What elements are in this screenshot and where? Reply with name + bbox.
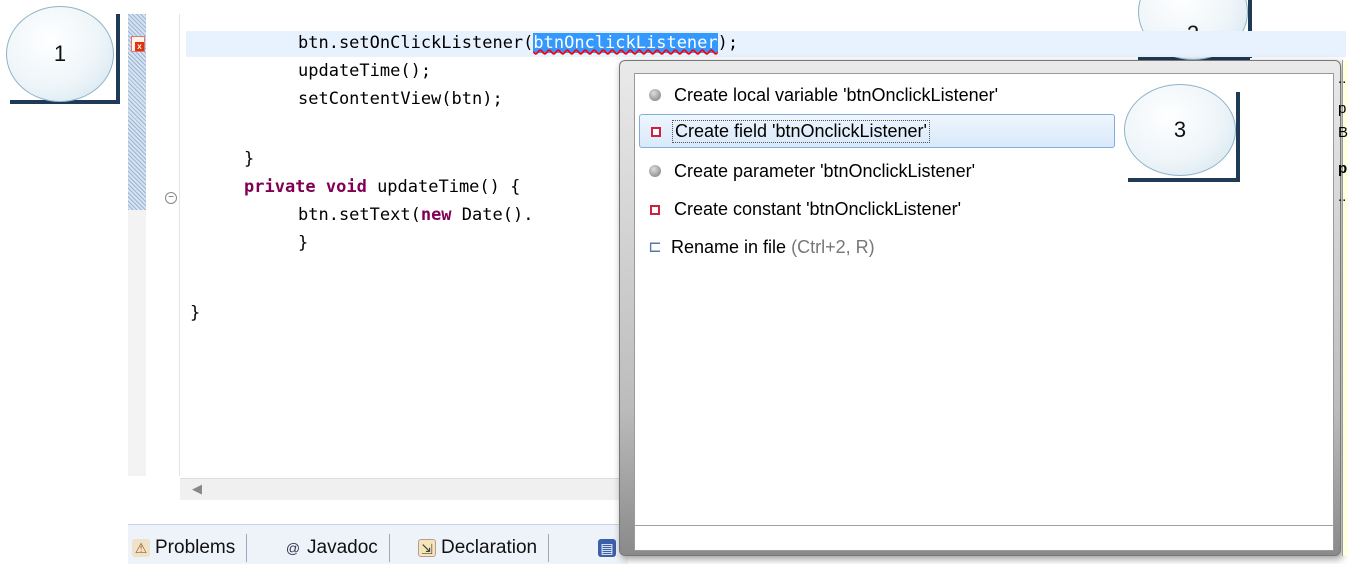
view-tab-bar: ⚠ Problems @ Javadoc ⇲ Declaration ▤: [128, 524, 628, 564]
horizontal-scrollbar[interactable]: ◀: [180, 478, 620, 500]
code-line-4: }: [244, 149, 255, 169]
code-line-1: btn.setOnClickListener(btnOnclickListene…: [298, 33, 739, 53]
quickfix-create-local-variable[interactable]: Create local variable 'btnOnclickListene…: [639, 78, 1139, 112]
rename-icon: ⊏: [648, 239, 662, 256]
code-line-2: updateTime();: [298, 61, 432, 81]
doc-text-3: B: [1338, 124, 1348, 141]
callout-3-shadow-bottom: [1128, 178, 1240, 182]
declaration-icon: ⇲: [418, 539, 436, 557]
quickfix-create-constant[interactable]: Create constant 'btnOnclickListener': [639, 192, 1139, 226]
tab-console[interactable]: ▤: [598, 533, 616, 563]
tab-declaration[interactable]: ⇲ Declaration: [418, 533, 550, 563]
doc-text-1: ..: [1338, 70, 1347, 87]
scroll-left-arrow-icon[interactable]: ◀: [192, 481, 202, 497]
error-marker-icon[interactable]: x: [131, 36, 145, 52]
problems-icon: ⚠: [132, 539, 150, 557]
quickfix-create-parameter[interactable]: Create parameter 'btnOnclickListener': [639, 154, 1139, 188]
callout-3-shadow: [1236, 92, 1240, 182]
code-line-3: setContentView(btn);: [298, 89, 503, 109]
doc-text-4: p: [1338, 160, 1348, 177]
doc-text-2: p: [1338, 100, 1347, 117]
parameter-icon: [649, 164, 661, 177]
ruler-blank: [128, 210, 146, 476]
quickfix-rename-in-file[interactable]: ⊏ Rename in file (Ctrl+2, R): [639, 230, 1139, 264]
code-editor[interactable]: btn.setOnClickListener(btnOnclickListene…: [186, 30, 738, 470]
selected-identifier[interactable]: btnOnclickListener: [533, 33, 718, 53]
code-line-7: }: [298, 233, 309, 253]
callout-3: 3: [1124, 84, 1236, 176]
tab-problems[interactable]: ⚠ Problems: [132, 533, 248, 563]
local-variable-icon: [649, 88, 661, 101]
quickfix-create-field[interactable]: Create field 'btnOnclickListener': [639, 114, 1115, 148]
line-gutter: [146, 14, 180, 476]
field-icon: [651, 126, 661, 137]
javadoc-icon: @: [285, 540, 301, 556]
fold-toggle-icon[interactable]: −: [165, 192, 177, 204]
code-line-5: private void updateTime() {: [244, 177, 521, 197]
tab-javadoc[interactable]: @ Javadoc: [284, 533, 390, 563]
code-line-8: }: [190, 303, 201, 323]
code-line-6: btn.setText(new Date().: [298, 205, 534, 225]
callout-1-shadow: [116, 14, 120, 104]
callout-1: 1: [6, 6, 114, 102]
console-icon: ▤: [598, 539, 616, 557]
doc-text-5: ..: [1338, 188, 1347, 205]
constant-icon: [650, 204, 660, 215]
popup-status-divider: [635, 525, 1333, 526]
